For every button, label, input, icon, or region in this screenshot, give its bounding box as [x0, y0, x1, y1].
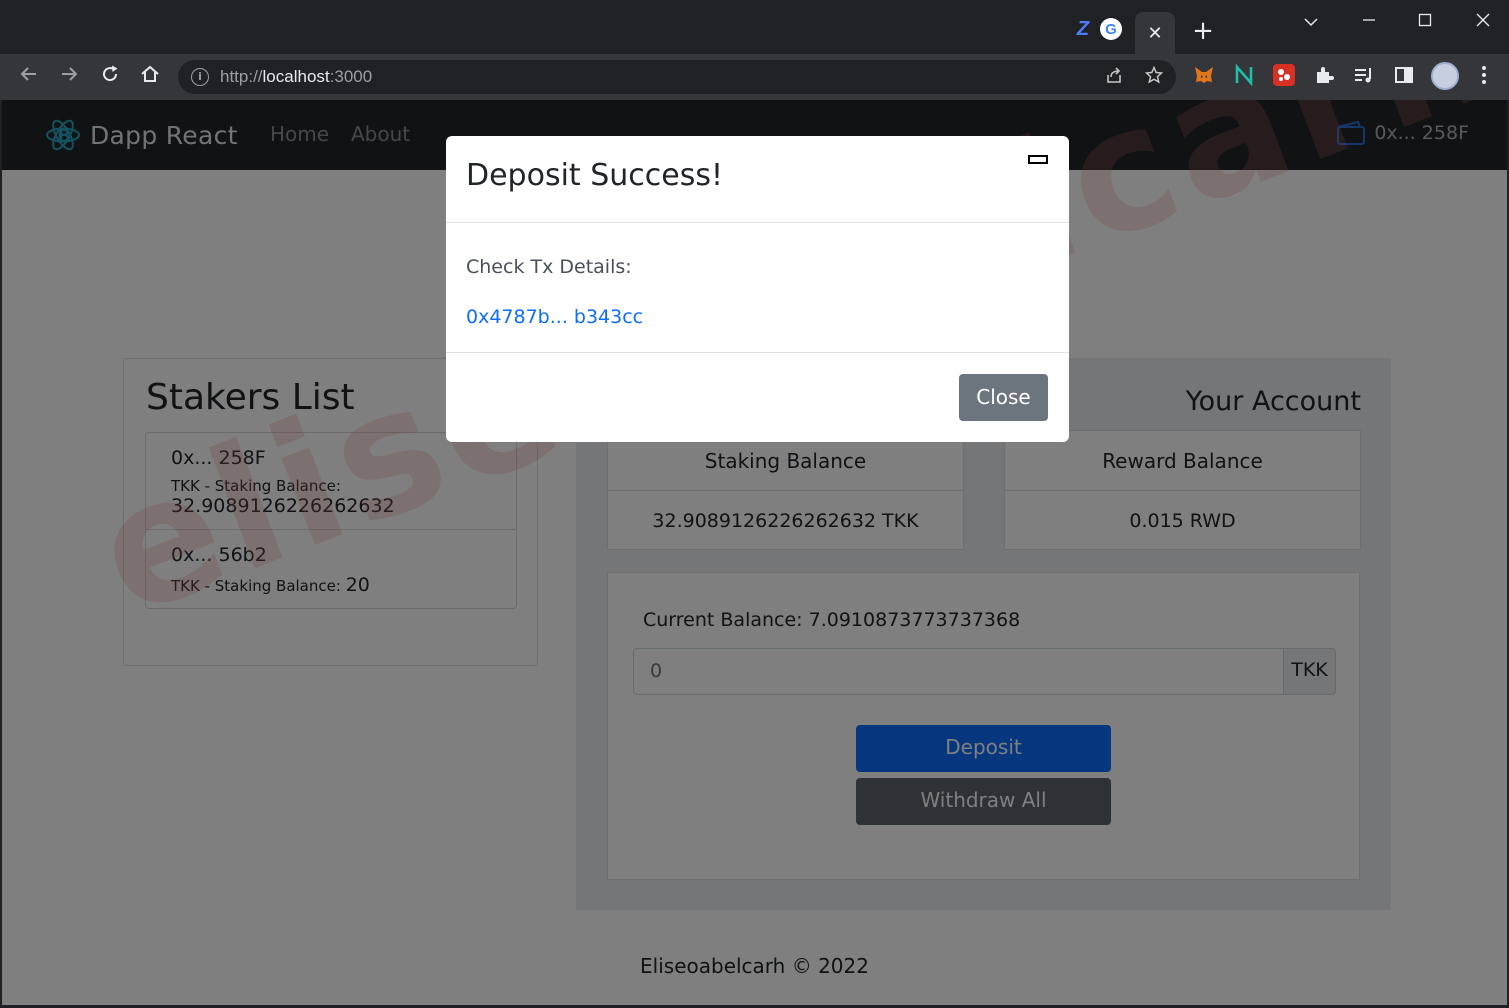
active-tab[interactable]: ✕ — [1135, 12, 1175, 54]
extension-n-icon[interactable] — [1233, 63, 1255, 87]
zotero-tab-icon[interactable]: Z — [1072, 18, 1094, 40]
minimize-icon[interactable] — [1355, 8, 1383, 36]
url-text[interactable]: http://localhost:3000 — [220, 67, 372, 87]
tab-strip: Z G ✕ + — [0, 0, 1509, 54]
url-scheme: http:// — [220, 67, 263, 86]
media-icon[interactable] — [1353, 64, 1375, 86]
modal-body: Check Tx Details: 0x4787b... b343cc — [446, 224, 1069, 353]
back-icon[interactable] — [16, 64, 42, 90]
home-icon[interactable] — [137, 64, 163, 90]
url-port: :3000 — [329, 67, 373, 86]
tx-link[interactable]: 0x4787b... b343cc — [466, 306, 643, 328]
pinned-tabs: Z G — [1072, 18, 1122, 40]
menu-dots-icon[interactable] — [1473, 64, 1495, 86]
page-viewport: B Dapp React Home About 0x... 258F Stake… — [2, 100, 1507, 1005]
modal-title: Deposit Success! — [466, 158, 724, 193]
modal-header: Deposit Success! — [446, 136, 1069, 223]
deposit-success-modal: Deposit Success! Check Tx Details: 0x478… — [446, 136, 1069, 442]
tab-close-icon[interactable]: ✕ — [1147, 23, 1162, 44]
maximize-icon[interactable] — [1411, 8, 1439, 36]
profile-avatar[interactable] — [1431, 62, 1459, 90]
reload-icon[interactable] — [97, 64, 123, 90]
url-host: localhost — [262, 67, 330, 86]
google-tab-icon[interactable]: G — [1100, 18, 1122, 40]
new-tab-button[interactable]: + — [1190, 18, 1216, 44]
close-icon[interactable] — [1028, 155, 1048, 164]
browser-window: Z G ✕ + i http://localhost:3000 Deposit … — [0, 0, 1509, 1008]
info-icon[interactable]: i — [191, 68, 209, 86]
extension-red-icon[interactable] — [1273, 64, 1295, 86]
metamask-icon[interactable] — [1193, 64, 1215, 86]
close-button[interactable]: Close — [959, 374, 1048, 421]
star-icon[interactable] — [1143, 65, 1165, 88]
sidepanel-icon[interactable] — [1393, 64, 1415, 86]
share-icon[interactable] — [1103, 66, 1125, 88]
check-tx-label: Check Tx Details: — [466, 256, 632, 278]
close-window-icon[interactable] — [1469, 8, 1497, 36]
address-bar[interactable]: i http://localhost:3000 — [178, 60, 1176, 94]
forward-icon[interactable] — [56, 64, 82, 90]
tab-search-icon[interactable] — [1297, 8, 1325, 36]
puzzle-icon[interactable] — [1313, 64, 1335, 86]
